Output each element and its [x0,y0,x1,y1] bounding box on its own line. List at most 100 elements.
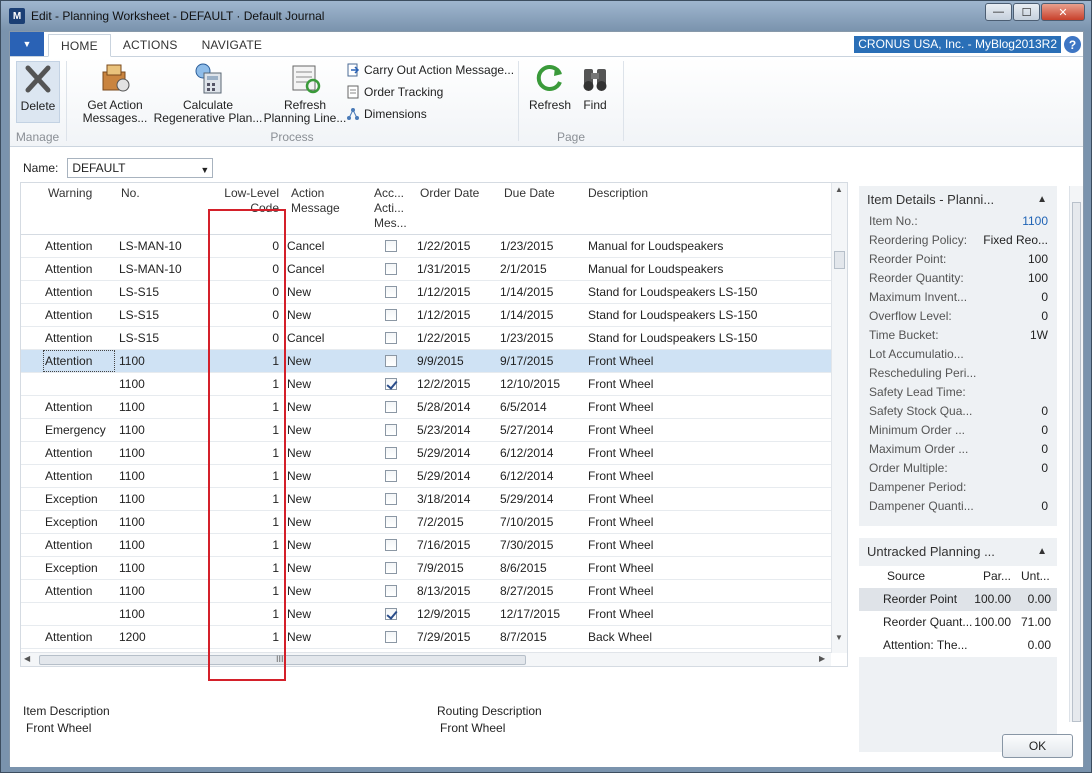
cell-order-date[interactable]: 1/22/2015 [417,331,470,345]
cell-description[interactable]: Front Wheel [588,607,653,621]
table-row[interactable]: Attention 1100 1 New 5/29/2014 6/12/2014 Front… [21,442,831,465]
cell-action-message[interactable]: New [287,308,311,322]
cell-no[interactable]: 1100 [119,561,145,575]
chevron-up-icon[interactable]: ▲ [1037,186,1047,214]
minimize-button[interactable]: — [985,3,1012,21]
accept-action-message-checkbox[interactable] [385,263,397,275]
cell-warning[interactable]: Attention [45,331,92,345]
chevron-up-icon[interactable]: ▲ [1037,538,1047,566]
cell-warning[interactable]: Emergency [45,423,106,437]
accept-action-message-checkbox[interactable] [385,309,397,321]
cell-action-message[interactable]: Cancel [287,239,324,253]
accept-action-message-checkbox[interactable] [385,493,397,505]
cell-action-message[interactable]: New [287,423,311,437]
grid-horizontal-scrollbar[interactable]: ◀ III ▶ [21,652,831,666]
table-row[interactable]: Attention 1100 1 New 9/9/2015 9/17/2015 Front … [21,350,831,373]
cell-no[interactable]: 1100 [119,377,145,391]
cell-action-message[interactable]: Cancel [287,262,324,276]
cell-order-date[interactable]: 1/12/2015 [417,285,470,299]
cell-order-date[interactable]: 9/9/2015 [417,354,464,368]
cell-order-date[interactable]: 3/18/2014 [417,492,470,506]
cell-description[interactable]: Front Wheel [588,469,653,483]
cell-due-date[interactable]: 9/17/2015 [500,354,553,368]
tab-actions[interactable]: ACTIONS [111,34,190,56]
cell-order-date[interactable]: 5/23/2014 [417,423,470,437]
cell-order-date[interactable]: 1/22/2015 [417,239,470,253]
scroll-up-icon[interactable]: ▲ [835,185,843,194]
cell-due-date[interactable]: 1/23/2015 [500,239,553,253]
cell-action-message[interactable]: New [287,354,311,368]
cell-description[interactable]: Stand for Loudspeakers LS-150 [588,285,757,299]
table-row[interactable]: Exception 1100 1 New 7/2/2015 7/10/2015 Front … [21,511,831,534]
cell-action-message[interactable]: New [287,469,311,483]
get-action-messages-button[interactable]: Get Action Messages... [73,61,157,125]
cell-description[interactable]: Manual for Loudspeakers [588,239,723,253]
cell-action-message[interactable]: New [287,538,311,552]
untracked-row[interactable]: Attention: The... 0.00 [859,634,1057,657]
page-scroll-thumb[interactable] [1072,202,1081,722]
cell-action-message[interactable]: New [287,377,311,391]
untracked-row[interactable]: Reorder Point 100.00 0.00 [859,588,1057,611]
cell-due-date[interactable]: 6/12/2014 [500,469,553,483]
maximize-button[interactable]: ☐ [1013,3,1040,21]
cell-warning[interactable]: Attention [45,354,92,368]
close-button[interactable]: ✕ [1041,3,1085,21]
cell-action-message[interactable]: New [287,492,311,506]
cell-no[interactable]: 1100 [119,469,145,483]
cell-due-date[interactable]: 8/27/2015 [500,584,553,598]
table-row[interactable]: Exception 1100 1 New 3/18/2014 5/29/2014 Front… [21,488,831,511]
cell-due-date[interactable]: 12/10/2015 [500,377,560,391]
cell-order-date[interactable]: 5/28/2014 [417,400,470,414]
cell-due-date[interactable]: 1/14/2015 [500,285,553,299]
company-name[interactable]: CRONUS USA, Inc. - MyBlog2013R2 [854,36,1061,53]
table-row[interactable]: Attention 1100 1 New 5/28/2014 6/5/2014 Front … [21,396,831,419]
tab-navigate[interactable]: NAVIGATE [190,34,275,56]
col-order-date[interactable]: Order Date [420,186,479,201]
accept-action-message-checkbox[interactable] [385,562,397,574]
cell-warning[interactable]: Attention [45,239,92,253]
col-no[interactable]: No. [121,186,140,201]
cell-order-date[interactable]: 5/29/2014 [417,446,470,460]
cell-description[interactable]: Front Wheel [588,423,653,437]
cell-no[interactable]: LS-S15 [119,331,159,345]
ok-button[interactable]: OK [1002,734,1073,758]
cell-order-date[interactable]: 7/29/2015 [417,630,470,644]
tab-home[interactable]: HOME [48,34,111,57]
cell-description[interactable]: Stand for Loudspeakers LS-150 [588,331,757,345]
cell-order-date[interactable]: 7/16/2015 [417,538,470,552]
cell-due-date[interactable]: 8/7/2015 [500,630,547,644]
cell-action-message[interactable]: New [287,607,311,621]
cell-action-message[interactable]: Cancel [287,331,324,345]
chevron-down-icon[interactable]: ▼ [200,161,209,179]
cell-order-date[interactable]: 12/2/2015 [417,377,470,391]
cell-due-date[interactable]: 7/30/2015 [500,538,553,552]
item-detail-value[interactable]: 1100 [1022,214,1048,228]
cell-due-date[interactable]: 6/5/2014 [500,400,547,414]
untracked-col-par[interactable]: Par... [983,569,1011,583]
cell-description[interactable]: Front Wheel [588,377,653,391]
accept-action-message-checkbox[interactable] [385,332,397,344]
scroll-left-icon[interactable]: ◀ [24,654,30,663]
cell-description[interactable]: Front Wheel [588,446,653,460]
cell-order-date[interactable]: 12/9/2015 [417,607,470,621]
table-row[interactable]: 1100 1 New 12/9/2015 12/17/2015 Front Wheel [21,603,831,626]
cell-description[interactable]: Manual for Loudspeakers [588,262,723,276]
cell-warning[interactable]: Exception [45,515,98,529]
untracked-col-source[interactable]: Source [887,569,925,583]
table-row[interactable]: Exception 1100 1 New 7/9/2015 8/6/2015 Front W… [21,557,831,580]
cell-description[interactable]: Front Wheel [588,354,653,368]
cell-due-date[interactable]: 12/17/2015 [500,607,560,621]
cell-no[interactable]: LS-S15 [119,308,159,322]
cell-order-date[interactable]: 7/2/2015 [417,515,464,529]
cell-due-date[interactable]: 2/1/2015 [500,262,547,276]
refresh-button[interactable]: Refresh [527,61,573,112]
cell-order-date[interactable]: 7/9/2015 [417,561,464,575]
table-row[interactable]: Attention 1200 1 New 7/29/2015 8/7/2015 Back W… [21,626,831,649]
untracked-row[interactable]: Reorder Quant... 100.00 71.00 [859,611,1057,634]
col-action-message[interactable]: Action Message [291,186,340,216]
scroll-right-icon[interactable]: ▶ [819,654,825,663]
cell-action-message[interactable]: New [287,630,311,644]
delete-button[interactable]: Delete [16,61,60,123]
cell-order-date[interactable]: 5/29/2014 [417,469,470,483]
cell-no[interactable]: 1100 [119,354,145,368]
